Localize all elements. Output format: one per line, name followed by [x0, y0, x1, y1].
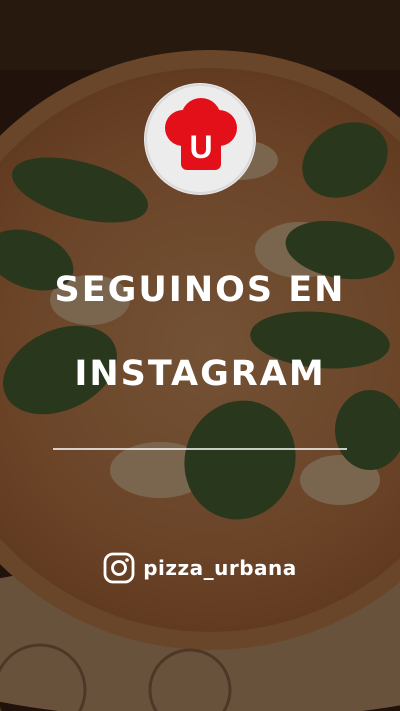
headline-line-1: SEGUINOS EN: [54, 270, 346, 310]
chef-hat-logo: U: [144, 83, 256, 195]
headline-line-2: INSTAGRAM: [74, 354, 326, 394]
story-screen: U SEGUINOS EN INSTAGRAM pizza_urbana: [0, 0, 400, 711]
instagram-handle: pizza_urbana: [143, 556, 297, 580]
instagram-handle-link[interactable]: pizza_urbana: [0, 550, 400, 586]
divider-line: [53, 448, 347, 450]
logo-letter: U: [189, 129, 212, 165]
instagram-icon: [103, 552, 135, 584]
